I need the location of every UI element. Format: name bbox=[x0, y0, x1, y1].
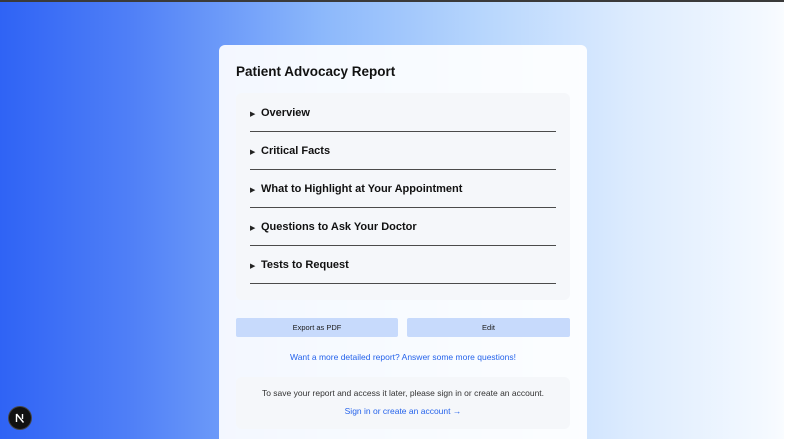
nextjs-dev-badge[interactable] bbox=[9, 407, 31, 429]
section-label: Critical Facts bbox=[261, 145, 331, 157]
export-pdf-button[interactable]: Export as PDF bbox=[236, 318, 398, 337]
section-label: What to Highlight at Your Appointment bbox=[261, 183, 463, 195]
expand-arrow-icon: ▶ bbox=[250, 225, 256, 232]
section-critical-facts[interactable]: ▶ Critical Facts bbox=[250, 131, 556, 170]
section-label: Tests to Request bbox=[261, 259, 349, 271]
section-tests-to-request[interactable]: ▶ Tests to Request bbox=[250, 245, 556, 284]
section-label: Overview bbox=[261, 107, 310, 119]
expand-arrow-icon: ▶ bbox=[250, 111, 256, 118]
signin-prompt: To save your report and access it later,… bbox=[236, 377, 570, 429]
section-label: Questions to Ask Your Doctor bbox=[261, 221, 417, 233]
signin-message: To save your report and access it later,… bbox=[261, 388, 545, 398]
report-sections-accordion: ▶ Overview ▶ Critical Facts ▶ What to Hi… bbox=[236, 93, 570, 300]
report-card: Patient Advocacy Report ▶ Overview ▶ Cri… bbox=[219, 45, 587, 439]
section-what-to-highlight[interactable]: ▶ What to Highlight at Your Appointment bbox=[250, 169, 556, 208]
nextjs-logo-icon bbox=[15, 413, 25, 423]
page-edge bbox=[784, 0, 806, 439]
top-border bbox=[0, 0, 806, 2]
section-questions-to-ask[interactable]: ▶ Questions to Ask Your Doctor bbox=[250, 207, 556, 246]
more-questions-link[interactable]: Want a more detailed report? Answer some… bbox=[219, 352, 587, 362]
expand-arrow-icon: ▶ bbox=[250, 149, 256, 156]
signin-link[interactable]: Sign in or create an account → bbox=[236, 406, 570, 416]
edit-button[interactable]: Edit bbox=[407, 318, 570, 337]
expand-arrow-icon: ▶ bbox=[250, 187, 256, 194]
page-title: Patient Advocacy Report bbox=[236, 64, 396, 79]
expand-arrow-icon: ▶ bbox=[250, 263, 256, 270]
section-overview[interactable]: ▶ Overview bbox=[250, 93, 556, 132]
